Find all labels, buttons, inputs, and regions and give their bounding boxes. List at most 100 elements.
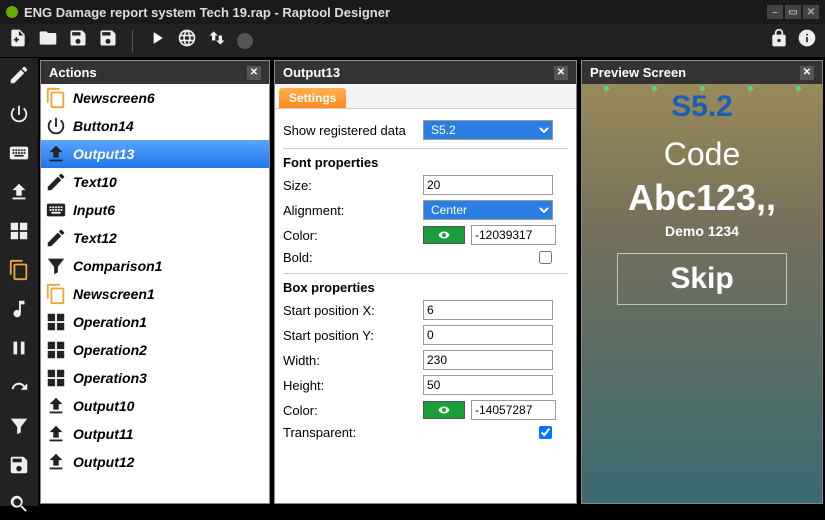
action-label: Output12	[73, 454, 134, 470]
size-label: Size:	[283, 178, 423, 193]
titlebar: ENG Damage report system Tech 19.rap - R…	[0, 0, 825, 24]
starty-input[interactable]	[423, 325, 553, 345]
action-label: Input6	[73, 202, 115, 218]
action-label: Operation3	[73, 370, 147, 386]
action-item-output10[interactable]: Output10	[41, 392, 269, 420]
action-item-text12[interactable]: Text12	[41, 224, 269, 252]
font-color-label: Color:	[283, 228, 423, 243]
window-title: ENG Damage report system Tech 19.rap - R…	[24, 5, 390, 20]
keyboard-tool-icon[interactable]	[8, 142, 30, 169]
action-label: Text10	[73, 174, 117, 190]
save-tool-icon[interactable]	[8, 454, 30, 481]
preview-panel: Preview Screen ✕ S5.2 Code Abc123,, Demo …	[581, 60, 823, 504]
lock-icon[interactable]	[769, 28, 789, 53]
action-label: Comparison1	[73, 258, 162, 274]
action-item-newscreen6[interactable]: Newscreen6	[41, 84, 269, 112]
properties-close-icon[interactable]: ✕	[554, 66, 568, 80]
action-item-output13[interactable]: Output13	[41, 140, 269, 168]
action-item-comparison1[interactable]: Comparison1	[41, 252, 269, 280]
transparent-checkbox[interactable]	[539, 426, 552, 439]
transparent-label: Transparent:	[283, 425, 423, 440]
properties-panel-title: Output13	[283, 65, 340, 80]
preview-demo-text: Demo 1234	[582, 223, 822, 239]
box-color-swatch[interactable]	[423, 401, 465, 419]
grid-icon	[45, 367, 67, 389]
show-registered-select[interactable]: S5.2	[423, 120, 553, 140]
save-icon[interactable]	[68, 28, 88, 53]
action-item-text10[interactable]: Text10	[41, 168, 269, 196]
action-label: Text12	[73, 230, 117, 246]
preview-close-icon[interactable]: ✕	[800, 66, 814, 80]
copy-tool-icon[interactable]	[8, 259, 30, 286]
properties-panel: Output13✕ Settings Show registered dataS…	[274, 60, 577, 504]
preview-abc-text: Abc123,,	[582, 177, 822, 219]
pencil-tool-icon[interactable]	[8, 64, 30, 91]
tab-settings[interactable]: Settings	[279, 88, 346, 108]
funnel-icon	[45, 255, 67, 277]
sidebar	[0, 58, 38, 506]
record-icon[interactable]	[237, 33, 253, 49]
new-file-icon[interactable]	[8, 28, 28, 53]
font-color-input[interactable]	[471, 225, 556, 245]
funnel-tool-icon[interactable]	[8, 415, 30, 442]
startx-input[interactable]	[423, 300, 553, 320]
actions-close-icon[interactable]: ✕	[247, 66, 261, 80]
upload-icon	[45, 143, 67, 165]
preview-canvas[interactable]: S5.2 Code Abc123,, Demo 1234 Skip	[582, 84, 822, 503]
width-label: Width:	[283, 353, 423, 368]
alignment-select[interactable]: Center	[423, 200, 553, 220]
font-color-swatch[interactable]	[423, 226, 465, 244]
action-item-newscreen1[interactable]: Newscreen1	[41, 280, 269, 308]
action-label: Newscreen1	[73, 286, 155, 302]
starty-label: Start position Y:	[283, 328, 423, 343]
action-label: Button14	[73, 118, 134, 134]
redo-tool-icon[interactable]	[8, 376, 30, 403]
power-icon	[45, 115, 67, 137]
upload-icon	[45, 395, 67, 417]
height-label: Height:	[283, 378, 423, 393]
size-input[interactable]	[423, 175, 553, 195]
arrows-icon[interactable]	[207, 28, 227, 53]
pencil-icon	[45, 171, 67, 193]
upload-tool-icon[interactable]	[8, 181, 30, 208]
action-item-output11[interactable]: Output11	[41, 420, 269, 448]
preview-panel-title: Preview Screen	[590, 65, 686, 80]
height-input[interactable]	[423, 375, 553, 395]
bold-checkbox[interactable]	[539, 251, 552, 264]
box-color-input[interactable]	[471, 400, 556, 420]
play-icon[interactable]	[147, 28, 167, 53]
box-color-label: Color:	[283, 403, 423, 418]
open-folder-icon[interactable]	[38, 28, 58, 53]
preview-code-text: Code	[582, 136, 822, 173]
startx-label: Start position X:	[283, 303, 423, 318]
action-item-operation3[interactable]: Operation3	[41, 364, 269, 392]
preview-skip-button[interactable]: Skip	[617, 253, 787, 305]
alignment-label: Alignment:	[283, 203, 423, 218]
info-icon[interactable]	[797, 28, 817, 53]
globe-icon[interactable]	[177, 28, 197, 53]
app-icon	[6, 6, 18, 18]
minimize-button[interactable]: –	[767, 5, 783, 19]
search-tool-icon[interactable]	[8, 493, 30, 520]
power-tool-icon[interactable]	[8, 103, 30, 130]
grid-icon	[45, 311, 67, 333]
copy-icon	[45, 87, 67, 109]
action-item-operation1[interactable]: Operation1	[41, 308, 269, 336]
font-section-header: Font properties	[283, 148, 568, 170]
action-item-input6[interactable]: Input6	[41, 196, 269, 224]
action-label: Operation2	[73, 342, 147, 358]
grid-tool-icon[interactable]	[8, 220, 30, 247]
show-registered-label: Show registered data	[283, 123, 423, 138]
actions-panel-title: Actions	[49, 65, 97, 80]
maximize-button[interactable]: ▭	[785, 5, 801, 19]
action-item-output12[interactable]: Output12	[41, 448, 269, 476]
pause-tool-icon[interactable]	[8, 337, 30, 364]
music-tool-icon[interactable]	[8, 298, 30, 325]
action-item-button14[interactable]: Button14	[41, 112, 269, 140]
action-label: Output13	[73, 146, 134, 162]
save-all-icon[interactable]	[98, 28, 118, 53]
width-input[interactable]	[423, 350, 553, 370]
close-button[interactable]: ✕	[803, 5, 819, 19]
action-item-operation2[interactable]: Operation2	[41, 336, 269, 364]
keyboard-icon	[45, 199, 67, 221]
